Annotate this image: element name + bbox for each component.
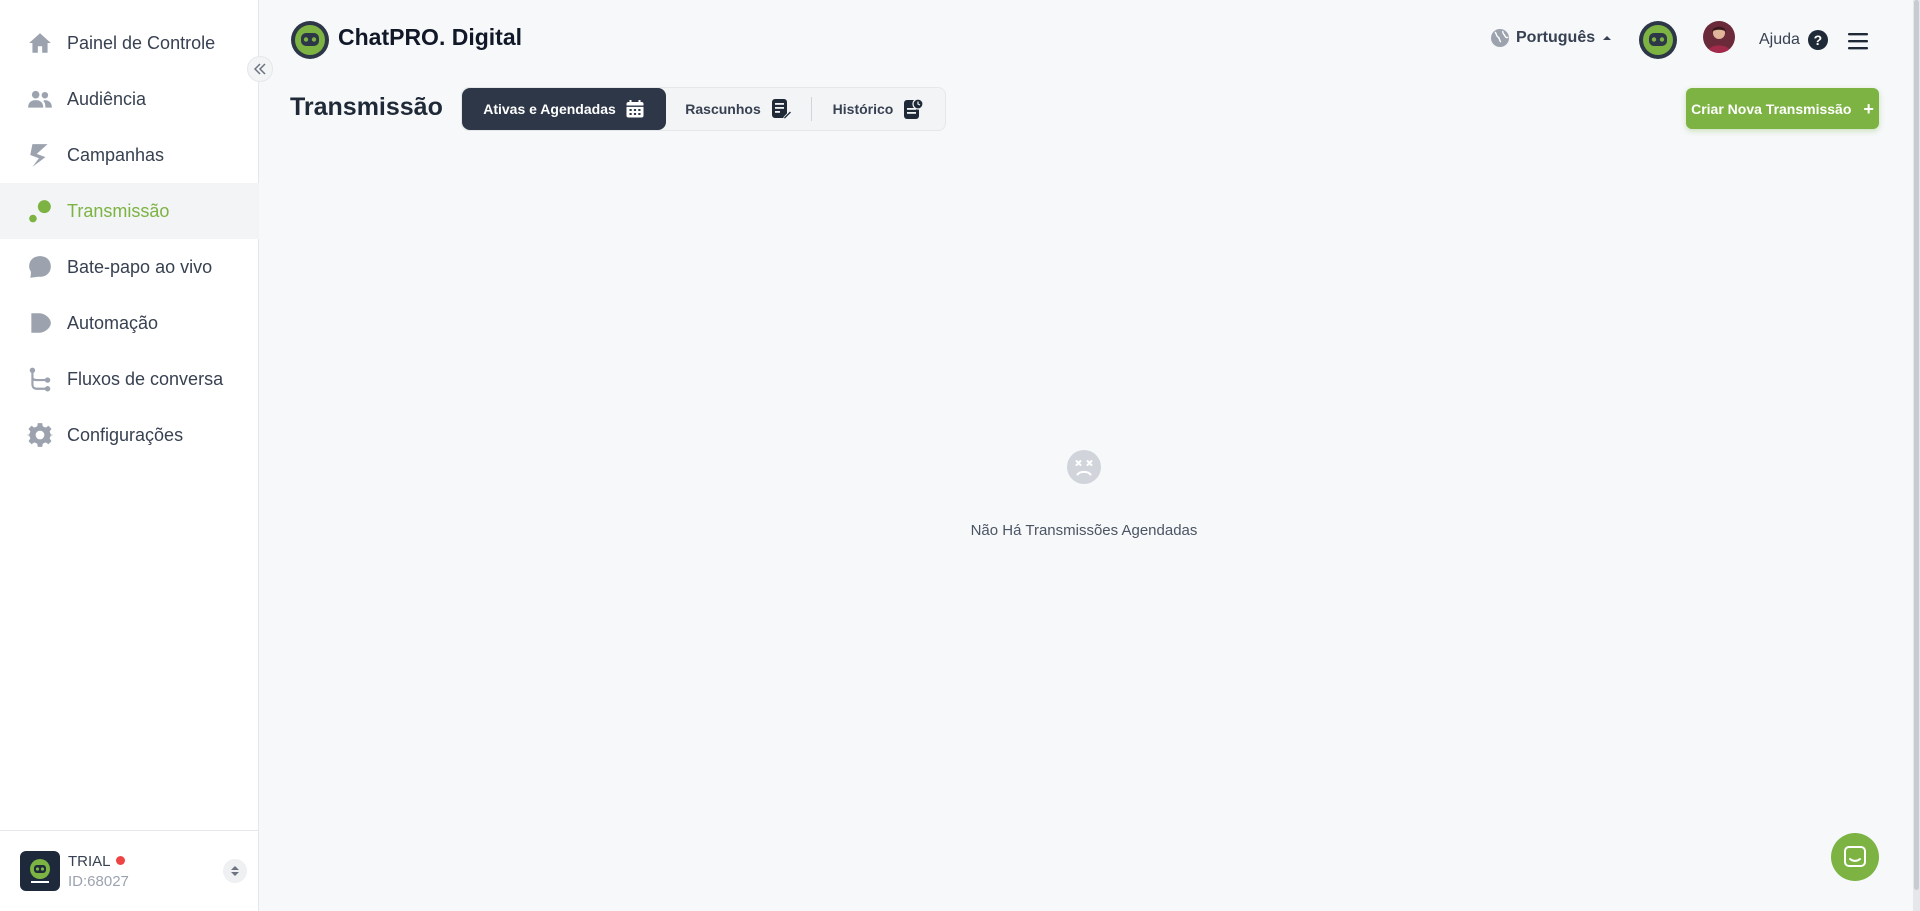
automation-icon: [27, 310, 53, 336]
flow-icon: [27, 366, 53, 392]
users-icon: [27, 86, 53, 112]
create-button-label: Criar Nova Transmissão: [1691, 100, 1852, 117]
sidebar-item-campanhas[interactable]: Campanhas: [0, 127, 259, 183]
chevrons-left-icon: [253, 63, 266, 75]
sidebar-item-transmissao[interactable]: Transmissão: [0, 183, 259, 239]
tab-historico[interactable]: Histórico: [812, 88, 945, 130]
collapse-sidebar-button[interactable]: [247, 56, 273, 82]
sidebar-item-configuracoes[interactable]: Configurações: [0, 407, 259, 463]
tab-ativas-agendadas[interactable]: Ativas e Agendadas: [462, 88, 666, 130]
sidebar-item-label: Campanhas: [67, 144, 165, 165]
status-dot: [115, 856, 125, 865]
sidebar-item-label: Configurações: [67, 424, 184, 445]
sidebar-item-label: Fluxos de conversa: [67, 368, 224, 389]
account-id: ID:68027: [68, 873, 129, 890]
hamburger-menu-icon[interactable]: [1847, 30, 1869, 52]
tab-label: Ativas e Agendadas: [483, 101, 616, 117]
brand-logo: [290, 20, 330, 60]
sidebar-item-label: Audiência: [67, 88, 147, 109]
sad-face-icon: [1067, 450, 1101, 484]
user-avatar[interactable]: [1703, 21, 1735, 53]
sidebar-item-label: Bate-papo ao vivo: [67, 256, 213, 277]
sidebar-item-automacao[interactable]: Automação: [0, 295, 259, 351]
sidebar-item-painel[interactable]: Painel de Controle: [0, 15, 259, 71]
support-chat-button[interactable]: [1831, 833, 1879, 881]
plus-icon: +: [1863, 98, 1874, 119]
globe-icon: [1491, 29, 1509, 47]
calendar-icon: [626, 100, 644, 118]
help-link[interactable]: Ajuda ?: [1759, 30, 1828, 50]
chat-icon: [27, 254, 53, 280]
empty-state-message: Não Há Transmissões Agendadas: [970, 522, 1198, 539]
gear-icon: [27, 422, 53, 448]
page-title: Transmissão: [290, 93, 443, 121]
tab-label: Rascunhos: [685, 101, 761, 117]
account-plan: TRIAL: [68, 853, 125, 870]
sidebar-item-audiencia[interactable]: Audiência: [0, 71, 259, 127]
account-logo: [20, 851, 60, 891]
tab-rascunhos[interactable]: Rascunhos: [666, 97, 812, 121]
draft-icon: [771, 99, 792, 120]
language-selector[interactable]: Português: [1490, 28, 1618, 48]
sidebar-item-label: Automação: [67, 312, 159, 333]
tab-label: Histórico: [832, 101, 894, 117]
history-icon: [904, 98, 924, 119]
help-label: Ajuda: [1759, 31, 1800, 48]
account-switch-icon[interactable]: [223, 859, 247, 883]
bot-avatar[interactable]: [1638, 20, 1678, 60]
scrollbar-thumb[interactable]: [1914, 0, 1919, 890]
broadcast-tabs: Ativas e Agendadas Rascunhos Histórico: [461, 87, 946, 131]
chat-support-icon: [1844, 846, 1866, 867]
sidebar-item-fluxos[interactable]: Fluxos de conversa: [0, 351, 259, 407]
create-broadcast-button[interactable]: Criar Nova Transmissão +: [1686, 88, 1879, 129]
brand-name: ChatPRO. Digital: [338, 24, 523, 50]
sidebar-item-label: Transmissão: [67, 200, 170, 221]
language-label: Português: [1516, 29, 1596, 46]
sidebar-item-label: Painel de Controle: [67, 32, 216, 53]
caret-up-icon: [1603, 36, 1612, 40]
question-icon: ?: [1807, 30, 1828, 50]
account-switcher[interactable]: TRIAL ID:68027: [0, 830, 259, 911]
campaign-icon: [27, 142, 53, 168]
sidebar: Painel de Controle Audiência Campanhas T…: [0, 0, 259, 911]
broadcast-icon: [27, 198, 53, 224]
home-icon: [27, 30, 53, 56]
sidebar-item-bate-papo[interactable]: Bate-papo ao vivo: [0, 239, 259, 295]
